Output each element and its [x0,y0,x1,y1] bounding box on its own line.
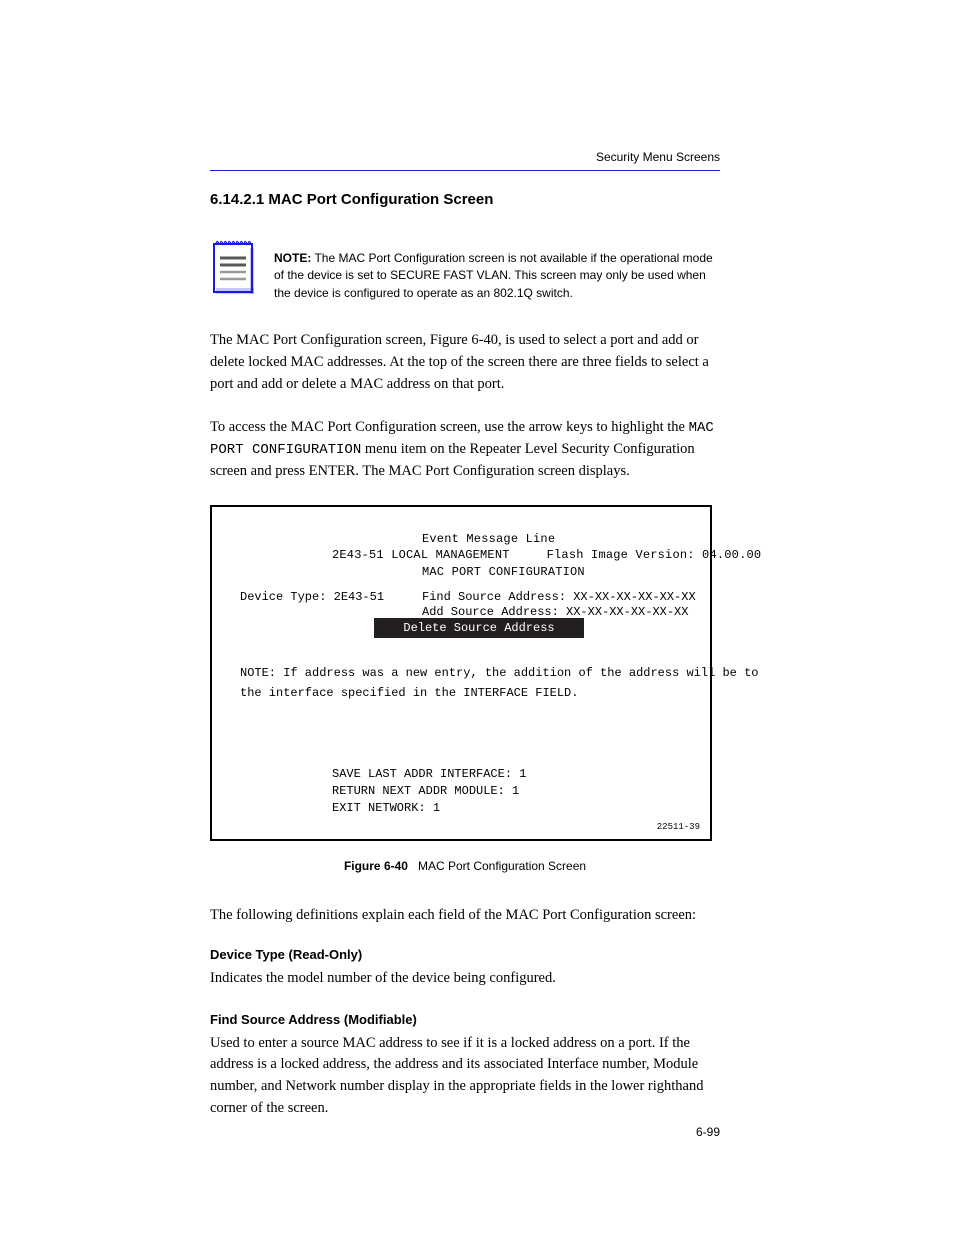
note-label: NOTE: [274,251,311,265]
text-fragment: To access the MAC Port Configuration scr… [210,419,689,435]
page-content: Security Menu Screens 6.14.2.1 MAC Port … [210,150,720,1142]
screen-note-line-2: the interface specified in the INTERFACE… [240,685,578,701]
field-heading-find: Find Source Address (Modifiable) [210,1012,720,1027]
screen-title: Event Message Line 2E43-51 LOCAL MANAGEM… [332,531,761,580]
running-header: Security Menu Screens [210,150,720,164]
screen-cmd-exit: EXIT NETWORK: 1 [332,800,440,816]
figure-caption: Figure 6-40 MAC Port Configuration Scree… [210,859,720,873]
field-body-find: Used to enter a source MAC address to se… [210,1033,720,1120]
header-rule [210,170,720,171]
screen-subtitle: MAC PORT CONFIGURATION [422,564,761,580]
screen-highlight-text: Delete Source Address [403,620,554,636]
intro-paragraph-1: The MAC Port Configuration screen, Figur… [210,330,720,395]
figure-caption-text: MAC Port Configuration Screen [418,859,586,873]
note-text: NOTE: The MAC Port Configuration screen … [274,250,720,302]
screen-highlight: Delete Source Address [374,618,584,638]
intro-paragraph-2: To access the MAC Port Configuration scr… [210,417,720,483]
terminal-figure: Event Message Line 2E43-51 LOCAL MANAGEM… [210,505,712,841]
field-heading-device-type: Device Type (Read-Only) [210,947,720,962]
screen-header-line: 2E43-51 LOCAL MANAGEMENT Flash Image Ver… [332,547,761,563]
following-paragraph: The following definitions explain each f… [210,905,720,927]
figure-code: 22511-39 [657,821,700,833]
note-body: The MAC Port Configuration screen is not… [274,251,713,300]
figure-label: Figure 6-40 [344,859,408,873]
note-icon [210,236,256,301]
screen-note-line-1: NOTE: If address was a new entry, the ad… [240,665,758,681]
section-heading: 6.14.2.1 MAC Port Configuration Screen [210,191,720,208]
page-number: 6-99 [696,1125,720,1139]
screen-event-line: Event Message Line [422,531,761,547]
screen-device-type: Device Type: 2E43-51 [240,589,384,605]
screen-find: Find Source Address: XX-XX-XX-XX-XX-XX [422,589,696,605]
field-body-device-type: Indicates the model number of the device… [210,968,720,990]
note-block: NOTE: The MAC Port Configuration screen … [210,236,720,302]
screen-cmd-return: RETURN NEXT ADDR MODULE: 1 [332,783,519,799]
screen-cmd-save: SAVE LAST ADDR INTERFACE: 1 [332,766,526,782]
